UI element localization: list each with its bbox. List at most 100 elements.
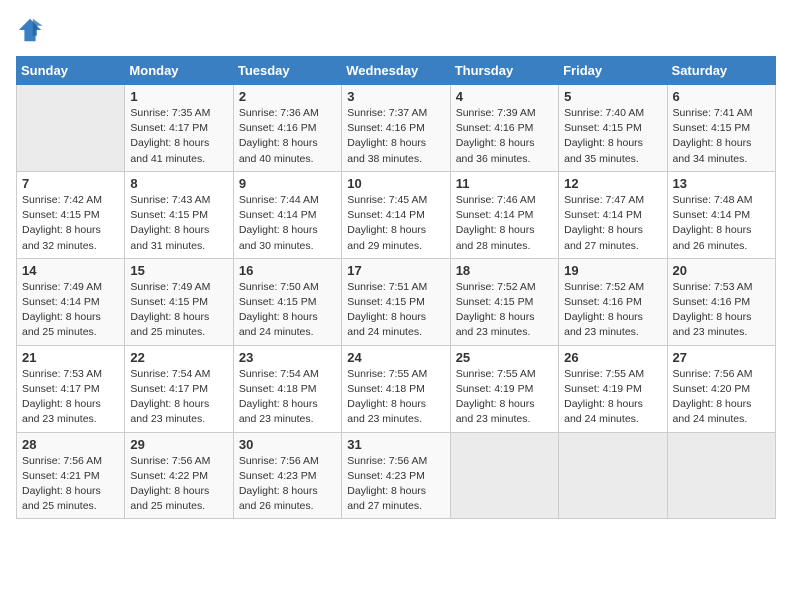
day-number: 4 — [456, 89, 553, 104]
day-number: 17 — [347, 263, 444, 278]
calendar-table: SundayMondayTuesdayWednesdayThursdayFrid… — [16, 56, 776, 519]
day-number: 14 — [22, 263, 119, 278]
calendar-cell: 25 Sunrise: 7:55 AMSunset: 4:19 PMDayligh… — [450, 345, 558, 432]
calendar-cell: 17 Sunrise: 7:51 AMSunset: 4:15 PMDayligh… — [342, 258, 450, 345]
day-info: Sunrise: 7:50 AMSunset: 4:15 PMDaylight:… — [239, 280, 336, 341]
logo — [16, 16, 46, 44]
calendar-week-4: 21 Sunrise: 7:53 AMSunset: 4:17 PMDayligh… — [17, 345, 776, 432]
calendar-cell: 13 Sunrise: 7:48 AMSunset: 4:14 PMDayligh… — [667, 171, 775, 258]
day-info: Sunrise: 7:37 AMSunset: 4:16 PMDaylight:… — [347, 106, 444, 167]
day-number: 19 — [564, 263, 661, 278]
calendar-cell: 6 Sunrise: 7:41 AMSunset: 4:15 PMDaylight… — [667, 85, 775, 172]
day-number: 11 — [456, 176, 553, 191]
calendar-cell: 22 Sunrise: 7:54 AMSunset: 4:17 PMDayligh… — [125, 345, 233, 432]
calendar-cell: 27 Sunrise: 7:56 AMSunset: 4:20 PMDayligh… — [667, 345, 775, 432]
day-number: 10 — [347, 176, 444, 191]
day-number: 30 — [239, 437, 336, 452]
calendar-cell: 3 Sunrise: 7:37 AMSunset: 4:16 PMDaylight… — [342, 85, 450, 172]
day-number: 22 — [130, 350, 227, 365]
calendar-week-2: 7 Sunrise: 7:42 AMSunset: 4:15 PMDaylight… — [17, 171, 776, 258]
header-day-thursday: Thursday — [450, 57, 558, 85]
day-number: 29 — [130, 437, 227, 452]
day-number: 5 — [564, 89, 661, 104]
calendar-cell: 12Sunrise: 7:47 AMSunset: 4:14 PMDayligh… — [559, 171, 667, 258]
calendar-cell: 20 Sunrise: 7:53 AMSunset: 4:16 PMDayligh… — [667, 258, 775, 345]
calendar-cell: 11 Sunrise: 7:46 AMSunset: 4:14 PMDayligh… — [450, 171, 558, 258]
day-info: Sunrise: 7:53 AMSunset: 4:17 PMDaylight:… — [22, 367, 119, 428]
day-number: 25 — [456, 350, 553, 365]
day-number: 7 — [22, 176, 119, 191]
header-day-sunday: Sunday — [17, 57, 125, 85]
day-info: Sunrise: 7:51 AMSunset: 4:15 PMDaylight:… — [347, 280, 444, 341]
header-day-monday: Monday — [125, 57, 233, 85]
calendar-cell: 14Sunrise: 7:49 AMSunset: 4:14 PMDayligh… — [17, 258, 125, 345]
day-info: Sunrise: 7:54 AMSunset: 4:18 PMDaylight:… — [239, 367, 336, 428]
page-header — [16, 16, 776, 44]
calendar-cell: 30Sunrise: 7:56 AMSunset: 4:23 PMDayligh… — [233, 432, 341, 519]
day-info: Sunrise: 7:40 AMSunset: 4:15 PMDaylight:… — [564, 106, 661, 167]
day-info: Sunrise: 7:52 AMSunset: 4:15 PMDaylight:… — [456, 280, 553, 341]
calendar-cell: 15Sunrise: 7:49 AMSunset: 4:15 PMDayligh… — [125, 258, 233, 345]
day-number: 26 — [564, 350, 661, 365]
calendar-week-1: 1 Sunrise: 7:35 AMSunset: 4:17 PMDaylight… — [17, 85, 776, 172]
header-day-saturday: Saturday — [667, 57, 775, 85]
calendar-cell: 7 Sunrise: 7:42 AMSunset: 4:15 PMDaylight… — [17, 171, 125, 258]
day-number: 9 — [239, 176, 336, 191]
day-info: Sunrise: 7:56 AMSunset: 4:20 PMDaylight:… — [673, 367, 770, 428]
calendar-cell: 9 Sunrise: 7:44 AMSunset: 4:14 PMDaylight… — [233, 171, 341, 258]
day-info: Sunrise: 7:46 AMSunset: 4:14 PMDaylight:… — [456, 193, 553, 254]
calendar-cell: 2Sunrise: 7:36 AMSunset: 4:16 PMDaylight… — [233, 85, 341, 172]
day-info: Sunrise: 7:55 AMSunset: 4:18 PMDaylight:… — [347, 367, 444, 428]
day-info: Sunrise: 7:41 AMSunset: 4:15 PMDaylight:… — [673, 106, 770, 167]
day-info: Sunrise: 7:49 AMSunset: 4:15 PMDaylight:… — [130, 280, 227, 341]
day-info: Sunrise: 7:54 AMSunset: 4:17 PMDaylight:… — [130, 367, 227, 428]
header-day-wednesday: Wednesday — [342, 57, 450, 85]
calendar-week-3: 14Sunrise: 7:49 AMSunset: 4:14 PMDayligh… — [17, 258, 776, 345]
day-info: Sunrise: 7:42 AMSunset: 4:15 PMDaylight:… — [22, 193, 119, 254]
calendar-cell: 4 Sunrise: 7:39 AMSunset: 4:16 PMDaylight… — [450, 85, 558, 172]
day-number: 8 — [130, 176, 227, 191]
calendar-cell: 1 Sunrise: 7:35 AMSunset: 4:17 PMDaylight… — [125, 85, 233, 172]
day-number: 20 — [673, 263, 770, 278]
day-info: Sunrise: 7:39 AMSunset: 4:16 PMDaylight:… — [456, 106, 553, 167]
calendar-cell: 19 Sunrise: 7:52 AMSunset: 4:16 PMDayligh… — [559, 258, 667, 345]
calendar-cell: 8 Sunrise: 7:43 AMSunset: 4:15 PMDaylight… — [125, 171, 233, 258]
calendar-cell: 10 Sunrise: 7:45 AMSunset: 4:14 PMDayligh… — [342, 171, 450, 258]
calendar-cell: 5 Sunrise: 7:40 AMSunset: 4:15 PMDaylight… — [559, 85, 667, 172]
header-day-tuesday: Tuesday — [233, 57, 341, 85]
day-number: 13 — [673, 176, 770, 191]
calendar-cell: 24 Sunrise: 7:55 AMSunset: 4:18 PMDayligh… — [342, 345, 450, 432]
day-info: Sunrise: 7:53 AMSunset: 4:16 PMDaylight:… — [673, 280, 770, 341]
logo-icon — [16, 16, 44, 44]
calendar-cell: 29 Sunrise: 7:56 AMSunset: 4:22 PMDayligh… — [125, 432, 233, 519]
day-number: 18 — [456, 263, 553, 278]
day-number: 28 — [22, 437, 119, 452]
day-info: Sunrise: 7:35 AMSunset: 4:17 PMDaylight:… — [130, 106, 227, 167]
day-info: Sunrise: 7:44 AMSunset: 4:14 PMDaylight:… — [239, 193, 336, 254]
day-number: 23 — [239, 350, 336, 365]
day-number: 1 — [130, 89, 227, 104]
day-number: 24 — [347, 350, 444, 365]
calendar-cell — [450, 432, 558, 519]
day-number: 2 — [239, 89, 336, 104]
day-info: Sunrise: 7:55 AMSunset: 4:19 PMDaylight:… — [456, 367, 553, 428]
calendar-header-row: SundayMondayTuesdayWednesdayThursdayFrid… — [17, 57, 776, 85]
calendar-cell — [559, 432, 667, 519]
day-number: 6 — [673, 89, 770, 104]
day-info: Sunrise: 7:45 AMSunset: 4:14 PMDaylight:… — [347, 193, 444, 254]
day-info: Sunrise: 7:56 AMSunset: 4:21 PMDaylight:… — [22, 454, 119, 515]
day-info: Sunrise: 7:56 AMSunset: 4:22 PMDaylight:… — [130, 454, 227, 515]
calendar-cell — [17, 85, 125, 172]
day-number: 16 — [239, 263, 336, 278]
calendar-cell — [667, 432, 775, 519]
day-info: Sunrise: 7:56 AMSunset: 4:23 PMDaylight:… — [347, 454, 444, 515]
day-number: 3 — [347, 89, 444, 104]
calendar-cell: 16 Sunrise: 7:50 AMSunset: 4:15 PMDayligh… — [233, 258, 341, 345]
day-number: 21 — [22, 350, 119, 365]
day-info: Sunrise: 7:48 AMSunset: 4:14 PMDaylight:… — [673, 193, 770, 254]
day-number: 27 — [673, 350, 770, 365]
calendar-cell: 26Sunrise: 7:55 AMSunset: 4:19 PMDayligh… — [559, 345, 667, 432]
day-info: Sunrise: 7:52 AMSunset: 4:16 PMDaylight:… — [564, 280, 661, 341]
day-info: Sunrise: 7:43 AMSunset: 4:15 PMDaylight:… — [130, 193, 227, 254]
calendar-week-5: 28 Sunrise: 7:56 AMSunset: 4:21 PMDayligh… — [17, 432, 776, 519]
